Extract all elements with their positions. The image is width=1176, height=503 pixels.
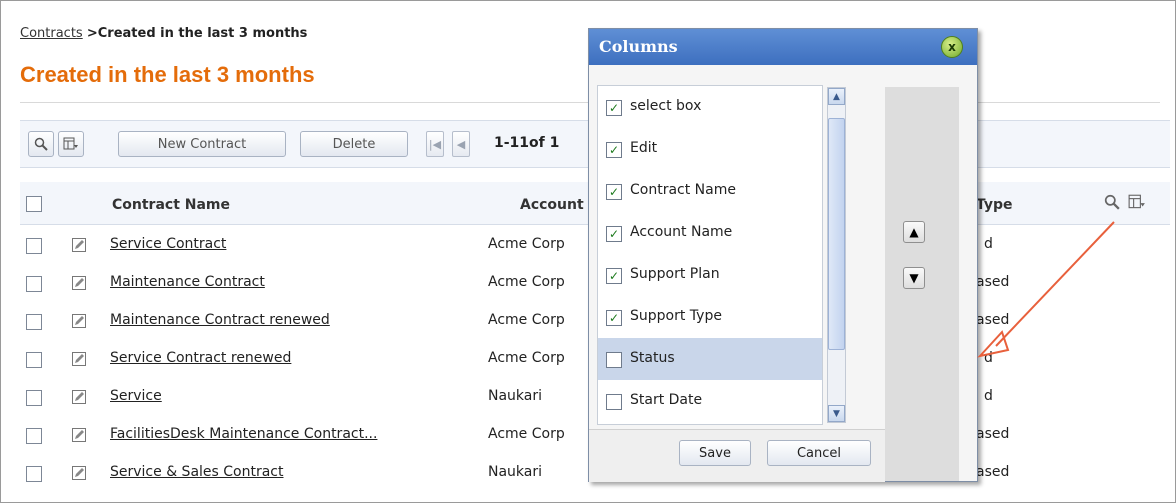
column-option-label: Start Date [630,392,703,408]
search-icon[interactable] [1104,194,1120,210]
edit-icon[interactable] [72,428,86,442]
account-cell: Naukari [488,388,543,404]
account-cell: Acme Corp [488,312,565,328]
column-option-label: Contract Name [630,182,736,198]
contract-name-link[interactable]: Maintenance Contract renewed [110,312,330,328]
breadcrumb: Contracts >Created in the last 3 months [20,26,307,41]
column-option-checkbox[interactable]: ✓ [606,184,622,200]
column-option-checkbox[interactable]: ✓ [606,100,622,116]
dialog-title: Columns [599,37,678,56]
column-list: ✓ select box ✓ Edit ✓ Contract Name ✓ Ac… [597,85,823,425]
account-cell: Naukari [488,464,543,480]
search-icon [34,137,48,151]
column-chooser-icon [63,137,78,150]
column-option[interactable]: ✓ Account Name [598,212,822,254]
edit-icon[interactable] [72,352,86,366]
account-cell: Acme Corp [488,350,565,366]
column-option-checkbox[interactable]: ✓ [606,142,622,158]
row-checkbox[interactable] [26,352,42,368]
row-checkbox[interactable] [26,466,42,482]
contract-name-link[interactable]: Service Contract renewed [110,350,291,366]
type-cell: ased [976,464,1010,480]
column-list-scrollbar[interactable]: ▲ ▼ [827,87,846,423]
account-cell: Acme Corp [488,274,565,290]
edit-icon[interactable] [72,314,86,328]
column-option-label: Support Type [630,308,722,324]
account-cell: Acme Corp [488,426,565,442]
type-cell: ased [976,426,1010,442]
first-page-icon[interactable]: |◀ [426,131,444,157]
breadcrumb-current: Created in the last 3 months [97,26,308,41]
select-all-checkbox[interactable] [26,196,42,212]
dialog-header: Columns x [589,29,977,65]
scroll-up-icon[interactable]: ▲ [828,88,845,105]
contract-name-link[interactable]: Maintenance Contract [110,274,265,290]
scroll-down-icon[interactable]: ▼ [828,405,845,422]
type-cell: d [984,236,993,252]
close-icon[interactable]: x [941,36,963,58]
move-down-icon[interactable]: ▼ [903,267,925,289]
scrollbar-thumb[interactable] [828,118,845,350]
row-checkbox[interactable] [26,314,42,330]
column-option[interactable]: ✓ Contract Name [598,170,822,212]
contract-name-link[interactable]: FacilitiesDesk Maintenance Contract... [110,426,377,442]
previous-page-icon[interactable]: ◀ [452,131,470,157]
column-option[interactable]: ✓ Support Plan [598,254,822,296]
edit-icon[interactable] [72,276,86,290]
save-button[interactable]: Save [679,440,751,466]
contract-name-link[interactable]: Service Contract [110,236,226,252]
row-checkbox[interactable] [26,276,42,292]
header-tools [1104,194,1146,210]
breadcrumb-link-contracts[interactable]: Contracts [20,26,83,41]
column-option-checkbox[interactable]: ✓ [606,310,622,326]
row-checkbox[interactable] [26,238,42,254]
pager-count: 1-11of 1 [494,135,560,151]
row-checkbox[interactable] [26,428,42,444]
account-cell: Acme Corp [488,236,565,252]
column-option-checkbox[interactable]: ✓ [606,268,622,284]
type-cell: ased [976,274,1010,290]
column-option-label: select box [630,98,702,114]
column-option-label: Edit [630,140,658,156]
column-option[interactable]: ✓ select box [598,86,822,128]
page-title: Created in the last 3 months [20,62,315,87]
column-option-label: Account Name [630,224,733,240]
row-checkbox[interactable] [26,390,42,406]
column-option[interactable]: ✓ Edit [598,128,822,170]
edit-icon[interactable] [72,238,86,252]
edit-icon[interactable] [72,466,86,480]
column-option[interactable]: ✓ Support Type [598,296,822,338]
column-option-label: Support Plan [630,266,720,282]
column-header-type[interactable]: Type [976,197,1013,213]
breadcrumb-separator: > [86,26,98,41]
edit-icon[interactable] [72,390,86,404]
column-option-label: Status [630,350,675,366]
dialog-footer: Save Cancel [589,429,885,482]
search-button[interactable] [28,131,54,157]
column-option-selected[interactable]: Status [598,338,822,380]
column-option-checkbox[interactable]: ✓ [606,226,622,242]
contract-name-link[interactable]: Service [110,388,162,404]
column-header-contract-name[interactable]: Contract Name [112,197,230,213]
column-chooser-button[interactable] [58,131,84,157]
type-cell: d [984,388,993,404]
contract-name-link[interactable]: Service & Sales Contract [110,464,284,480]
column-option-checkbox[interactable] [606,352,622,368]
column-header-account[interactable]: Account [520,197,584,213]
move-up-icon[interactable]: ▲ [903,221,925,243]
column-chooser-icon[interactable] [1128,194,1146,210]
columns-dialog: Columns x ✓ select box ✓ Edit ✓ Contract… [588,28,978,482]
reorder-panel: ▲ ▼ [885,87,959,481]
cancel-button[interactable]: Cancel [767,440,871,466]
type-cell: d [984,350,993,366]
type-cell: ased [976,312,1010,328]
column-option[interactable]: Start Date [598,380,822,422]
new-contract-button[interactable]: New Contract [118,131,286,157]
delete-button[interactable]: Delete [300,131,408,157]
column-option-checkbox[interactable] [606,394,622,410]
